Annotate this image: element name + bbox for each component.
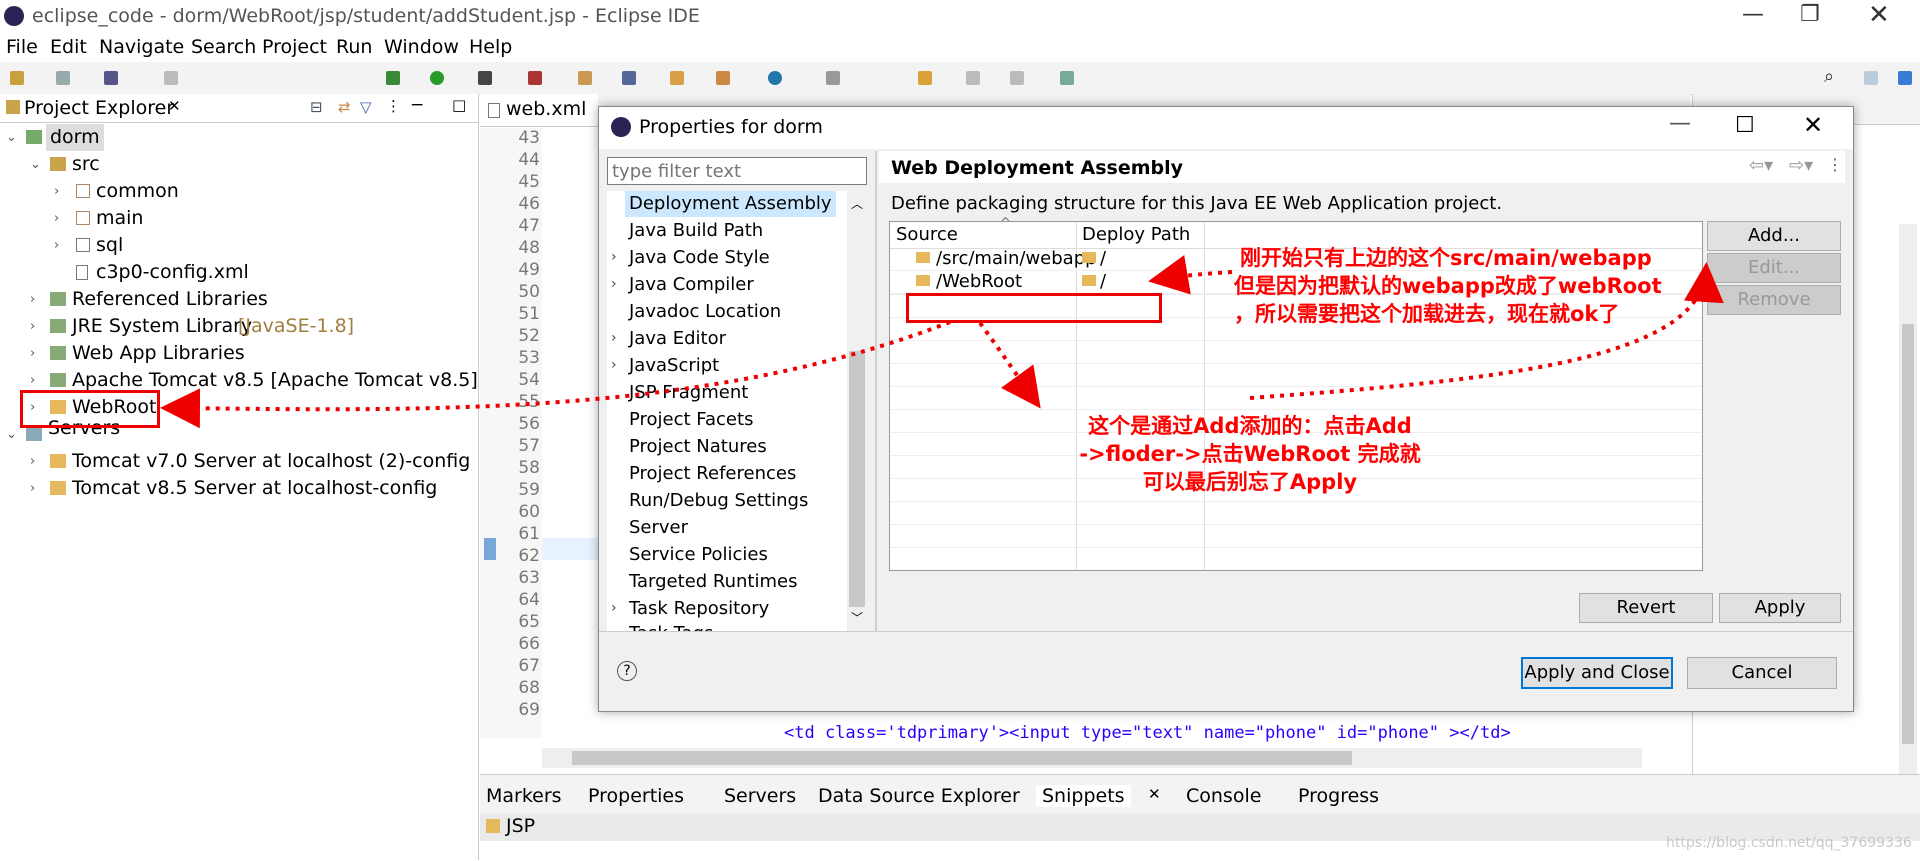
arrow-to-webroot-tree	[160, 320, 951, 429]
arrow-add-to-note	[1236, 384, 1580, 402]
arrow-to-webapp-row	[1148, 255, 1233, 295]
arrow-note-to-add	[1249, 262, 1724, 400]
annotation-arrows	[160, 255, 1724, 429]
arrow-row-to-note	[978, 321, 1041, 409]
